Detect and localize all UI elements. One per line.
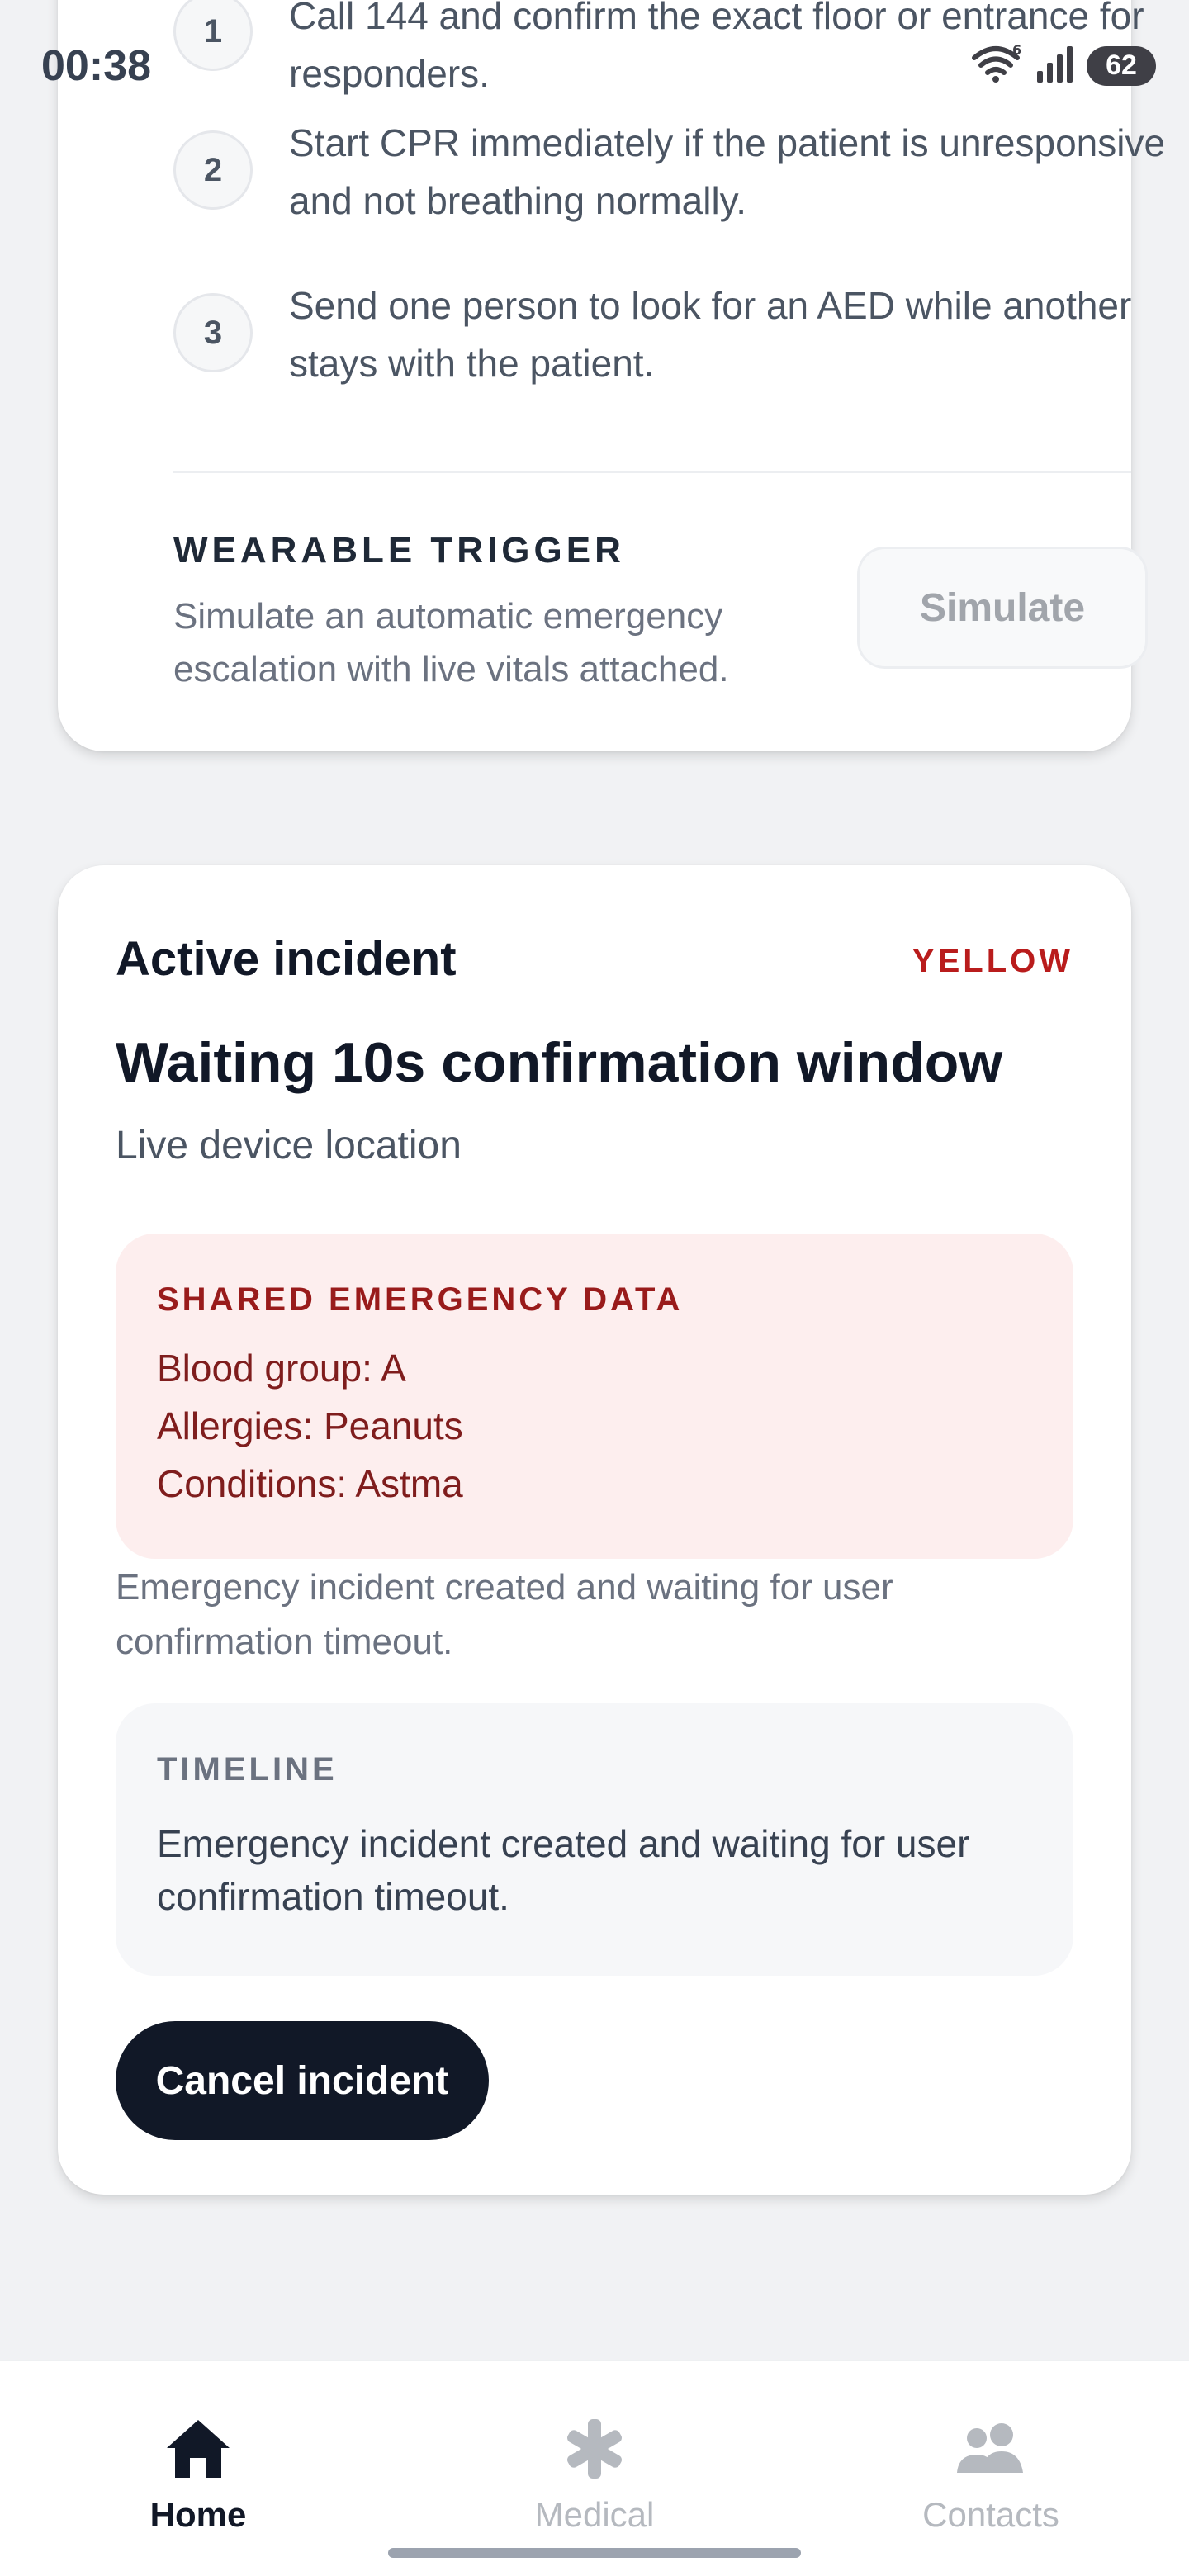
blood-group: Blood group: A [157,1347,406,1390]
bottom-navigation: Home Medical Contacts [0,2360,1189,2576]
divider [173,471,1131,473]
incident-location: Live device location [116,1124,462,1167]
medical-asterisk-icon [557,2414,632,2484]
step-text: Send one person to look for an AED while… [289,284,1132,385]
shared-data-title: SHARED EMERGENCY DATA [157,1281,684,1318]
incident-note: Emergency incident created and waiting f… [116,1567,893,1662]
active-incident-card: Active incident YELLOW Waiting 10s confi… [58,865,1131,2195]
allergies: Allergies: Peanuts [157,1404,463,1447]
timeline-title: TIMELINE [157,1751,338,1788]
wifi-label: 6 [1012,43,1021,58]
timeline: TIMELINE Emergency incident created and … [116,1703,1073,1976]
nav-label-contacts: Contacts [922,2495,1059,2534]
simulate-button[interactable]: Simulate [857,547,1148,669]
contacts-icon [954,2414,1028,2484]
shared-emergency-data: SHARED EMERGENCY DATA Blood group: A All… [116,1234,1073,1559]
nav-item-medical[interactable]: Medical [471,2414,718,2538]
step-text: Start CPR immediately if the patient is … [289,121,1166,222]
status-time: 00:38 [41,42,151,90]
wifi-icon: 6 [971,42,1024,88]
nav-item-home[interactable]: Home [74,2414,322,2538]
step-number: 1 [173,0,253,71]
signal-icon [1035,43,1075,88]
wearable-trigger-title: WEARABLE TRIGGER [173,530,625,571]
timeline-entry: Emergency incident created and waiting f… [157,1822,970,1918]
step-number: 3 [173,293,253,372]
incident-level-badge: YELLOW [912,943,1073,979]
home-icon [161,2414,235,2484]
app-screen: 1 Call 144 and confirm the exact floor o… [0,0,1189,2576]
battery-icon: 62 [1087,45,1156,86]
emergency-steps-card: 1 Call 144 and confirm the exact floor o… [58,0,1165,751]
conditions: Conditions: Astma [157,1462,463,1505]
nav-label-medical: Medical [534,2495,655,2534]
nav-label-home: Home [149,2495,247,2534]
cancel-incident-button[interactable]: Cancel incident [116,2021,489,2140]
status-icons: 6 62 [971,42,1156,88]
wearable-trigger-description: Simulate an automatic emergency escalati… [173,596,729,689]
nav-item-contacts[interactable]: Contacts [867,2414,1115,2538]
home-indicator[interactable] [388,2548,801,2558]
incident-card-title: Active incident [116,932,457,986]
incident-status: Waiting 10s confirmation window [116,1031,1003,1094]
step-number: 2 [173,130,253,210]
